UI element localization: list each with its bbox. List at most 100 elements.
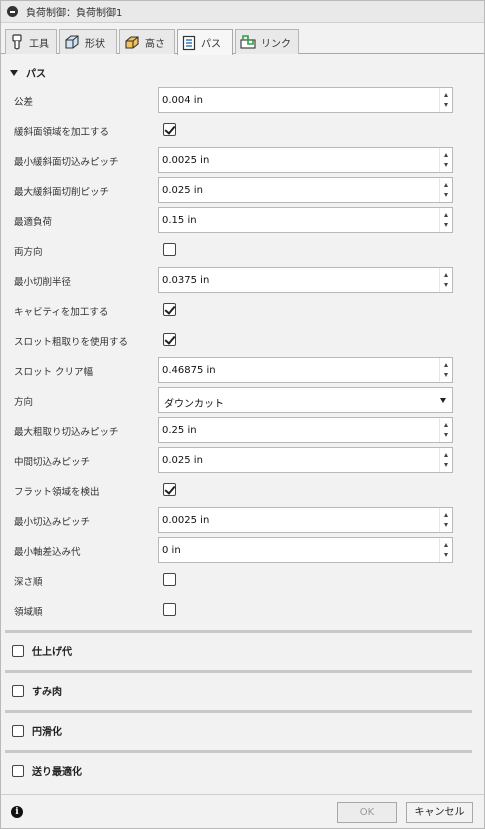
both-ways-checkbox[interactable] — [163, 243, 176, 256]
spin-down-icon[interactable] — [444, 163, 448, 167]
use-slot-clearing-row: スロット粗取りを使用する — [1, 327, 484, 353]
collapse-dialog-icon[interactable] — [7, 6, 18, 17]
spin-up-icon[interactable] — [444, 363, 448, 367]
group-fillets[interactable]: すみ肉 — [12, 683, 62, 698]
tolerance-label: 公差 — [14, 97, 34, 108]
optimal-load-value: 0.15 in — [162, 215, 197, 226]
tab-geometry-label: 形状 — [85, 38, 105, 50]
chevron-down-icon[interactable] — [440, 398, 446, 403]
spin-down-icon[interactable] — [444, 283, 448, 287]
use-slot-clearing-checkbox[interactable] — [163, 333, 176, 346]
max-roughing-stepdown-stepper[interactable] — [439, 418, 452, 442]
section-divider — [5, 630, 472, 633]
min-axial-engagement-input[interactable]: 0 in — [158, 537, 453, 563]
spin-up-icon[interactable] — [444, 513, 448, 517]
max-shallow-stepover-stepper[interactable] — [439, 178, 452, 202]
min-stepdown-stepper[interactable] — [439, 508, 452, 532]
spin-up-icon[interactable] — [444, 273, 448, 277]
order-by-depth-checkbox[interactable] — [163, 573, 176, 586]
spin-down-icon[interactable] — [444, 223, 448, 227]
tab-heights-label: 高さ — [145, 38, 165, 50]
min-stepdown-input[interactable]: 0.0025 in — [158, 507, 453, 533]
group-smoothing-checkbox[interactable] — [12, 724, 24, 737]
group-feed-optimization[interactable]: 送り最適化 — [12, 763, 82, 778]
direction-label: 方向 — [14, 397, 34, 408]
group-fillets-label: すみ肉 — [32, 687, 62, 698]
order-by-area-label: 領域順 — [14, 607, 43, 618]
min-cutting-radius-stepper[interactable] — [439, 268, 452, 292]
spin-up-icon[interactable] — [444, 453, 448, 457]
section-divider — [5, 710, 472, 713]
expand-triangle-icon[interactable] — [10, 69, 18, 76]
order-by-area-checkbox[interactable] — [163, 603, 176, 616]
tab-linking[interactable]: リンク — [235, 29, 299, 54]
spin-up-icon[interactable] — [444, 423, 448, 427]
spin-down-icon[interactable] — [444, 193, 448, 197]
section-divider — [5, 670, 472, 673]
machine-cavities-label: キャビティを加工する — [14, 307, 109, 318]
tab-passes[interactable]: パス — [177, 29, 233, 55]
group-smoothing-label: 円滑化 — [32, 727, 62, 738]
tab-geometry[interactable]: 形状 — [59, 29, 117, 54]
max-shallow-stepover-input[interactable]: 0.025 in — [158, 177, 453, 203]
optimal-load-stepper[interactable] — [439, 208, 452, 232]
tab-passes-label: パス — [201, 39, 221, 50]
machine-cavities-row: キャビティを加工する — [1, 297, 484, 323]
spin-up-icon[interactable] — [444, 543, 448, 547]
intermediate-stepdown-input[interactable]: 0.025 in — [158, 447, 453, 473]
group-stock-to-leave-checkbox[interactable] — [12, 644, 24, 657]
slot-clearing-width-value: 0.46875 in — [162, 365, 216, 376]
spin-down-icon[interactable] — [444, 523, 448, 527]
spin-down-icon[interactable] — [444, 463, 448, 467]
dialog-titlebar[interactable]: 負荷制御：負荷制御1 — [1, 1, 484, 23]
group-fillets-checkbox[interactable] — [12, 684, 24, 697]
machine-shallow-checkbox[interactable] — [163, 123, 176, 136]
tolerance-input[interactable]: 0.004 in — [158, 87, 453, 113]
min-axial-engagement-value: 0 in — [162, 545, 181, 556]
group-smoothing[interactable]: 円滑化 — [12, 723, 62, 738]
spin-up-icon[interactable] — [444, 183, 448, 187]
passes-section-header[interactable]: パス — [10, 65, 46, 80]
passes-section-title: パス — [26, 69, 46, 80]
machine-cavities-checkbox[interactable] — [163, 303, 176, 316]
spin-up-icon[interactable] — [444, 213, 448, 217]
max-shallow-stepover-value: 0.025 in — [162, 185, 203, 196]
detect-flat-areas-checkbox[interactable] — [163, 483, 176, 496]
dialog-title: 負荷制御：負荷制御1 — [26, 8, 123, 19]
group-feed-optimization-checkbox[interactable] — [12, 764, 24, 777]
slot-clearing-width-input[interactable]: 0.46875 in — [158, 357, 453, 383]
direction-value: ダウンカット — [164, 399, 224, 410]
max-roughing-stepdown-input[interactable]: 0.25 in — [158, 417, 453, 443]
spin-up-icon[interactable] — [444, 93, 448, 97]
spin-down-icon[interactable] — [444, 373, 448, 377]
tab-heights[interactable]: 高さ — [119, 29, 175, 54]
group-stock-to-leave[interactable]: 仕上げ代 — [12, 643, 72, 658]
slot-clearing-width-stepper[interactable] — [439, 358, 452, 382]
tab-tool-label: 工具 — [29, 38, 49, 50]
tab-tool[interactable]: 工具 — [5, 29, 57, 54]
cancel-button[interactable]: キャンセル — [406, 802, 473, 823]
min-axial-engagement-stepper[interactable] — [439, 538, 452, 562]
min-cutting-radius-input[interactable]: 0.0375 in — [158, 267, 453, 293]
tolerance-stepper[interactable] — [439, 88, 452, 112]
info-icon[interactable]: i — [11, 806, 23, 818]
min-shallow-stepdown-stepper[interactable] — [439, 148, 452, 172]
geometry-icon — [65, 35, 79, 49]
heights-icon — [125, 36, 139, 49]
tolerance-value: 0.004 in — [162, 95, 203, 106]
direction-select[interactable]: ダウンカット — [158, 387, 453, 413]
max-shallow-stepover-row: 最大緩斜面切削ピッチ 0.025 in — [1, 177, 484, 203]
both-ways-row: 両方向 — [1, 237, 484, 263]
intermediate-stepdown-label: 中間切込みピッチ — [14, 457, 91, 468]
spin-down-icon[interactable] — [444, 553, 448, 557]
group-feed-optimization-label: 送り最適化 — [32, 767, 82, 778]
spin-down-icon[interactable] — [444, 433, 448, 437]
optimal-load-input[interactable]: 0.15 in — [158, 207, 453, 233]
max-roughing-stepdown-row: 最大粗取り切込みピッチ 0.25 in — [1, 417, 484, 443]
min-cutting-radius-label: 最小切削半径 — [14, 277, 72, 288]
min-shallow-stepdown-input[interactable]: 0.0025 in — [158, 147, 453, 173]
spin-up-icon[interactable] — [444, 153, 448, 157]
ok-button[interactable]: OK — [337, 802, 397, 823]
intermediate-stepdown-stepper[interactable] — [439, 448, 452, 472]
spin-down-icon[interactable] — [444, 103, 448, 107]
